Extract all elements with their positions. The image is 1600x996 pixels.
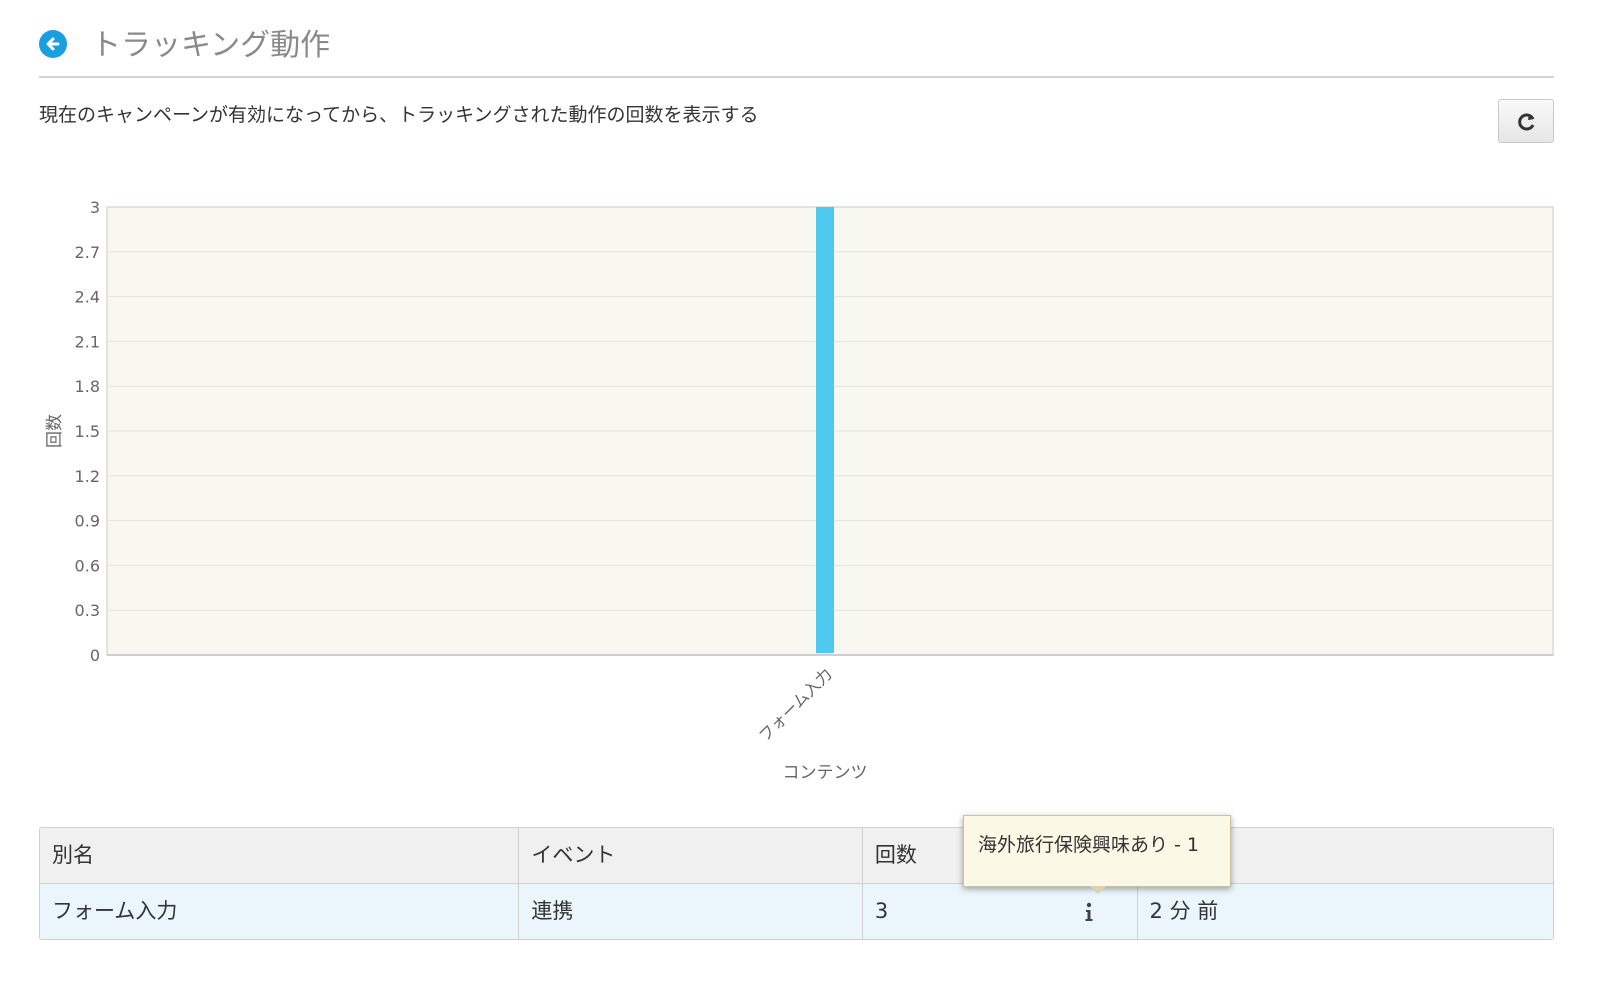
page-description: 現在のキャンペーンが有効になってから、トラッキングされた動作の回数を表示する xyxy=(39,104,759,126)
y-tick-label: 2.4 xyxy=(75,288,100,307)
tooltip-arrow xyxy=(1090,886,1106,894)
cell-alias: フォーム入力 xyxy=(40,884,520,939)
y-tick-label: 1.5 xyxy=(75,422,100,441)
y-tick-label: 0.6 xyxy=(75,556,100,575)
table-header-row: 別名 イベント 回数 更新日 xyxy=(40,828,1553,884)
y-tick-label: 3 xyxy=(90,198,100,217)
y-tick-label: 0.9 xyxy=(75,512,100,531)
back-button[interactable] xyxy=(39,30,67,58)
page-header: トラッキング動作 xyxy=(39,18,1554,78)
chart-container: 0 0.3 0.6 0.9 1.2 1.5 1.8 2.1 2.4 2.7 3 フォーム入力コンテンツ… xyxy=(0,180,1600,800)
column-header-alias[interactable]: 別名 xyxy=(40,828,520,883)
tracking-table: 別名 イベント 回数 更新日 フォーム入力 連携 3 2 分 前 xyxy=(39,827,1554,940)
x-axis-title: コンテンツ xyxy=(783,763,868,783)
arrow-left-circle-icon xyxy=(46,37,60,51)
table-row[interactable]: フォーム入力 連携 3 2 分 前 xyxy=(40,884,1553,939)
page-title: トラッキング動作 xyxy=(91,28,331,63)
x-tick-label: フォーム入力 xyxy=(755,664,836,745)
y-tick-label: 2.7 xyxy=(75,243,100,262)
info-tooltip: 海外旅行保険興味あり - 1 xyxy=(963,815,1231,887)
cell-event: 連携 xyxy=(519,884,863,939)
info-icon[interactable] xyxy=(1083,902,1095,922)
cell-count-value: 3 xyxy=(874,899,889,923)
y-axis-title: 回数 xyxy=(45,414,65,448)
y-tick-label: 0.3 xyxy=(75,601,100,620)
column-header-event[interactable]: イベント xyxy=(519,828,863,883)
cell-updated: 2 分 前 xyxy=(1149,899,1219,923)
y-tick-label: 1.8 xyxy=(75,377,100,396)
bar xyxy=(816,207,834,653)
refresh-icon xyxy=(1518,113,1535,131)
refresh-button[interactable] xyxy=(1498,99,1554,143)
y-tick-label: 1.2 xyxy=(75,467,100,486)
bar-chart: 0 0.3 0.6 0.9 1.2 1.5 1.8 2.1 2.4 2.7 3 フォーム入力コンテンツ… xyxy=(45,198,1554,783)
y-tick-label: 2.1 xyxy=(75,332,100,351)
y-tick-label: 0 xyxy=(90,646,100,665)
